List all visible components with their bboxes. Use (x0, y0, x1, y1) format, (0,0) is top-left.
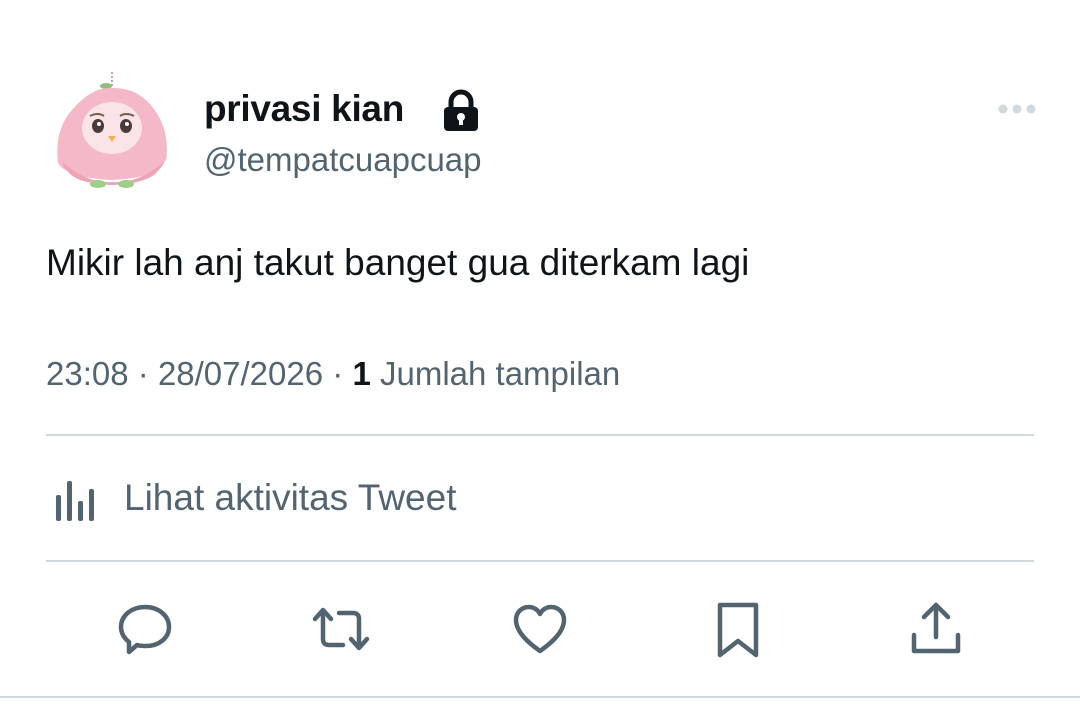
avatar-image (48, 66, 174, 192)
lock-icon (444, 89, 478, 131)
share-button[interactable] (901, 594, 971, 664)
view-tweet-activity-link[interactable]: Lihat aktivitas Tweet (46, 470, 457, 526)
divider (46, 434, 1034, 436)
display-name[interactable]: privasi kian (204, 86, 404, 132)
tweet-detail: privasi kian @tempatcuapcuap Mikir lah a… (0, 0, 1080, 723)
like-button[interactable] (505, 594, 575, 664)
more-options-icon[interactable] (996, 96, 1038, 122)
retweet-icon (312, 607, 370, 651)
meta-separator: · (332, 355, 344, 392)
retweet-button[interactable] (306, 594, 376, 664)
tweet-time[interactable]: 23:08 (46, 355, 129, 392)
views-label: Jumlah tampilan (379, 355, 621, 392)
tweet-text: Mikir lah anj takut banget gua diterkam … (46, 242, 750, 283)
view-activity-label: Lihat aktivitas Tweet (124, 477, 457, 518)
meta-separator: · (137, 355, 149, 392)
tweet-date[interactable]: 28/07/2026 (158, 355, 323, 392)
user-handle[interactable]: @tempatcuapcuap (204, 139, 482, 181)
divider (46, 560, 1034, 562)
share-icon (911, 602, 961, 654)
reply-button[interactable] (110, 594, 180, 664)
tweet-metadata: 23:08 · 28/07/2026 · 1 Jumlah tampilan (46, 352, 620, 396)
analytics-icon (56, 481, 94, 521)
avatar[interactable] (48, 66, 174, 192)
reply-icon (118, 604, 172, 655)
bookmark-button[interactable] (703, 594, 773, 664)
bookmark-icon (717, 602, 759, 658)
views-count: 1 (352, 355, 371, 392)
like-icon (513, 604, 567, 654)
divider (0, 696, 1080, 698)
